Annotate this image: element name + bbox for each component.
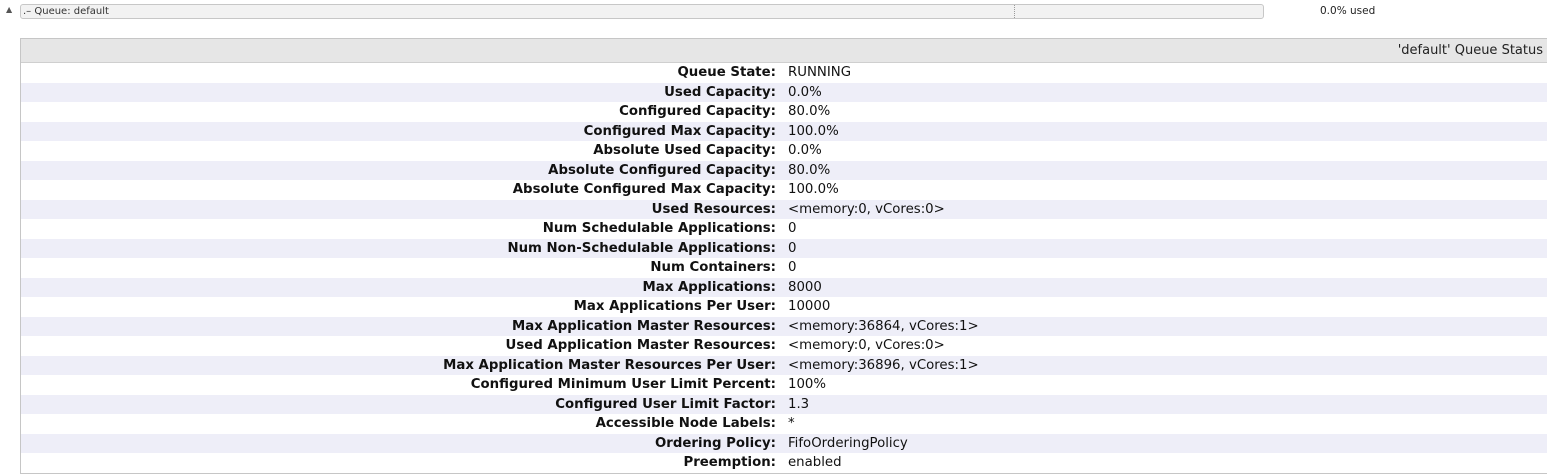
table-row: Used Resources: <memory:0, vCores:0> bbox=[21, 199, 1547, 219]
table-row: Num Non-Schedulable Applications: 0 bbox=[21, 238, 1547, 258]
table-row: Used Capacity: 0.0% bbox=[21, 82, 1547, 102]
row-value: * bbox=[788, 416, 795, 431]
queue-used-percent: 0.0% used bbox=[1320, 5, 1376, 17]
queue-name-label[interactable]: .– Queue: default bbox=[23, 5, 109, 18]
row-label: Configured Minimum User Limit Percent: bbox=[470, 377, 776, 392]
row-label: Max Application Master Resources: bbox=[512, 318, 776, 334]
row-value: 80.0% bbox=[788, 104, 831, 119]
queue-row[interactable]: ▲ .– Queue: default 0.0% used bbox=[0, 0, 1547, 24]
row-label: Configured User Limit Factor: bbox=[555, 396, 776, 412]
row-value: <memory:36864, vCores:1> bbox=[788, 318, 979, 334]
row-value: 80.0% bbox=[788, 162, 831, 178]
table-row: Accessible Node Labels: * bbox=[21, 414, 1547, 434]
row-value: <memory:0, vCores:0> bbox=[788, 201, 945, 217]
row-label: Max Applications Per User: bbox=[573, 299, 776, 314]
row-label: Preemption: bbox=[683, 455, 776, 470]
row-value: 100.0% bbox=[788, 182, 839, 197]
table-row: Max Application Master Resources: <memory… bbox=[21, 316, 1547, 336]
row-value: enabled bbox=[788, 455, 842, 470]
row-label: Configured Max Capacity: bbox=[583, 123, 776, 139]
row-value: 0.0% bbox=[788, 143, 822, 158]
table-row: Configured Minimum User Limit Percent: 10… bbox=[21, 375, 1547, 395]
configured-capacity-marker bbox=[21, 5, 1015, 18]
row-value: 8000 bbox=[788, 279, 822, 295]
table-row: Queue State: RUNNING bbox=[21, 63, 1547, 83]
row-label: Accessible Node Labels: bbox=[595, 416, 776, 431]
row-label: Num Non-Schedulable Applications: bbox=[507, 240, 776, 256]
table-row: Absolute Configured Max Capacity: 100.0% bbox=[21, 180, 1547, 200]
row-label: Absolute Configured Max Capacity: bbox=[512, 182, 776, 197]
queue-status-table: Queue State: RUNNING Used Capacity: 0.0% Con… bbox=[21, 63, 1547, 473]
row-value: 0 bbox=[788, 240, 797, 256]
row-value: 100% bbox=[788, 377, 827, 392]
row-label: Used Resources: bbox=[651, 201, 776, 217]
row-value: <memory:0, vCores:0> bbox=[788, 338, 945, 353]
table-row: Max Applications Per User: 10000 bbox=[21, 297, 1547, 317]
row-label: Queue State: bbox=[677, 65, 777, 80]
row-label: Ordering Policy: bbox=[655, 435, 776, 451]
collapse-triangle-icon[interactable]: ▲ bbox=[6, 6, 12, 14]
row-label: Used Application Master Resources: bbox=[505, 338, 776, 353]
table-row: Max Applications: 8000 bbox=[21, 277, 1547, 297]
queue-status-panel: 'default' Queue Status Queue State: RUNNI… bbox=[20, 38, 1547, 474]
row-value: 0.0% bbox=[788, 84, 822, 100]
table-row: Configured User Limit Factor: 1.3 bbox=[21, 394, 1547, 414]
row-label: Num Schedulable Applications: bbox=[542, 221, 776, 236]
row-value: 100.0% bbox=[788, 123, 839, 139]
queue-status-title: 'default' Queue Status bbox=[21, 39, 1547, 63]
table-row: Absolute Configured Capacity: 80.0% bbox=[21, 160, 1547, 180]
table-row: Used Application Master Resources: <memor… bbox=[21, 336, 1547, 356]
row-value: RUNNING bbox=[788, 65, 852, 80]
row-value: 10000 bbox=[788, 299, 831, 314]
table-row: Configured Max Capacity: 100.0% bbox=[21, 121, 1547, 141]
table-row: Num Schedulable Applications: 0 bbox=[21, 219, 1547, 239]
row-value: <memory:36896, vCores:1> bbox=[788, 357, 979, 373]
table-row: Absolute Used Capacity: 0.0% bbox=[21, 141, 1547, 161]
table-row: Num Containers: 0 bbox=[21, 258, 1547, 278]
row-value: 1.3 bbox=[788, 396, 810, 412]
row-label: Num Containers: bbox=[650, 260, 776, 275]
row-value: 0 bbox=[788, 260, 797, 275]
row-label: Configured Capacity: bbox=[619, 104, 776, 119]
row-value: FifoOrderingPolicy bbox=[788, 435, 908, 451]
row-value: 0 bbox=[788, 221, 797, 236]
row-label: Max Applications: bbox=[642, 279, 776, 295]
table-row: Ordering Policy: FifoOrderingPolicy bbox=[21, 433, 1547, 453]
table-row: Max Application Master Resources Per Use… bbox=[21, 355, 1547, 375]
table-row: Preemption: enabled bbox=[21, 453, 1547, 473]
table-row: Configured Capacity: 80.0% bbox=[21, 102, 1547, 122]
queue-capacity-bar[interactable]: .– Queue: default bbox=[20, 4, 1264, 19]
row-label: Used Capacity: bbox=[664, 84, 776, 100]
row-label: Absolute Configured Capacity: bbox=[548, 162, 776, 178]
row-label: Absolute Used Capacity: bbox=[593, 143, 776, 158]
row-label: Max Application Master Resources Per Use… bbox=[443, 357, 776, 373]
